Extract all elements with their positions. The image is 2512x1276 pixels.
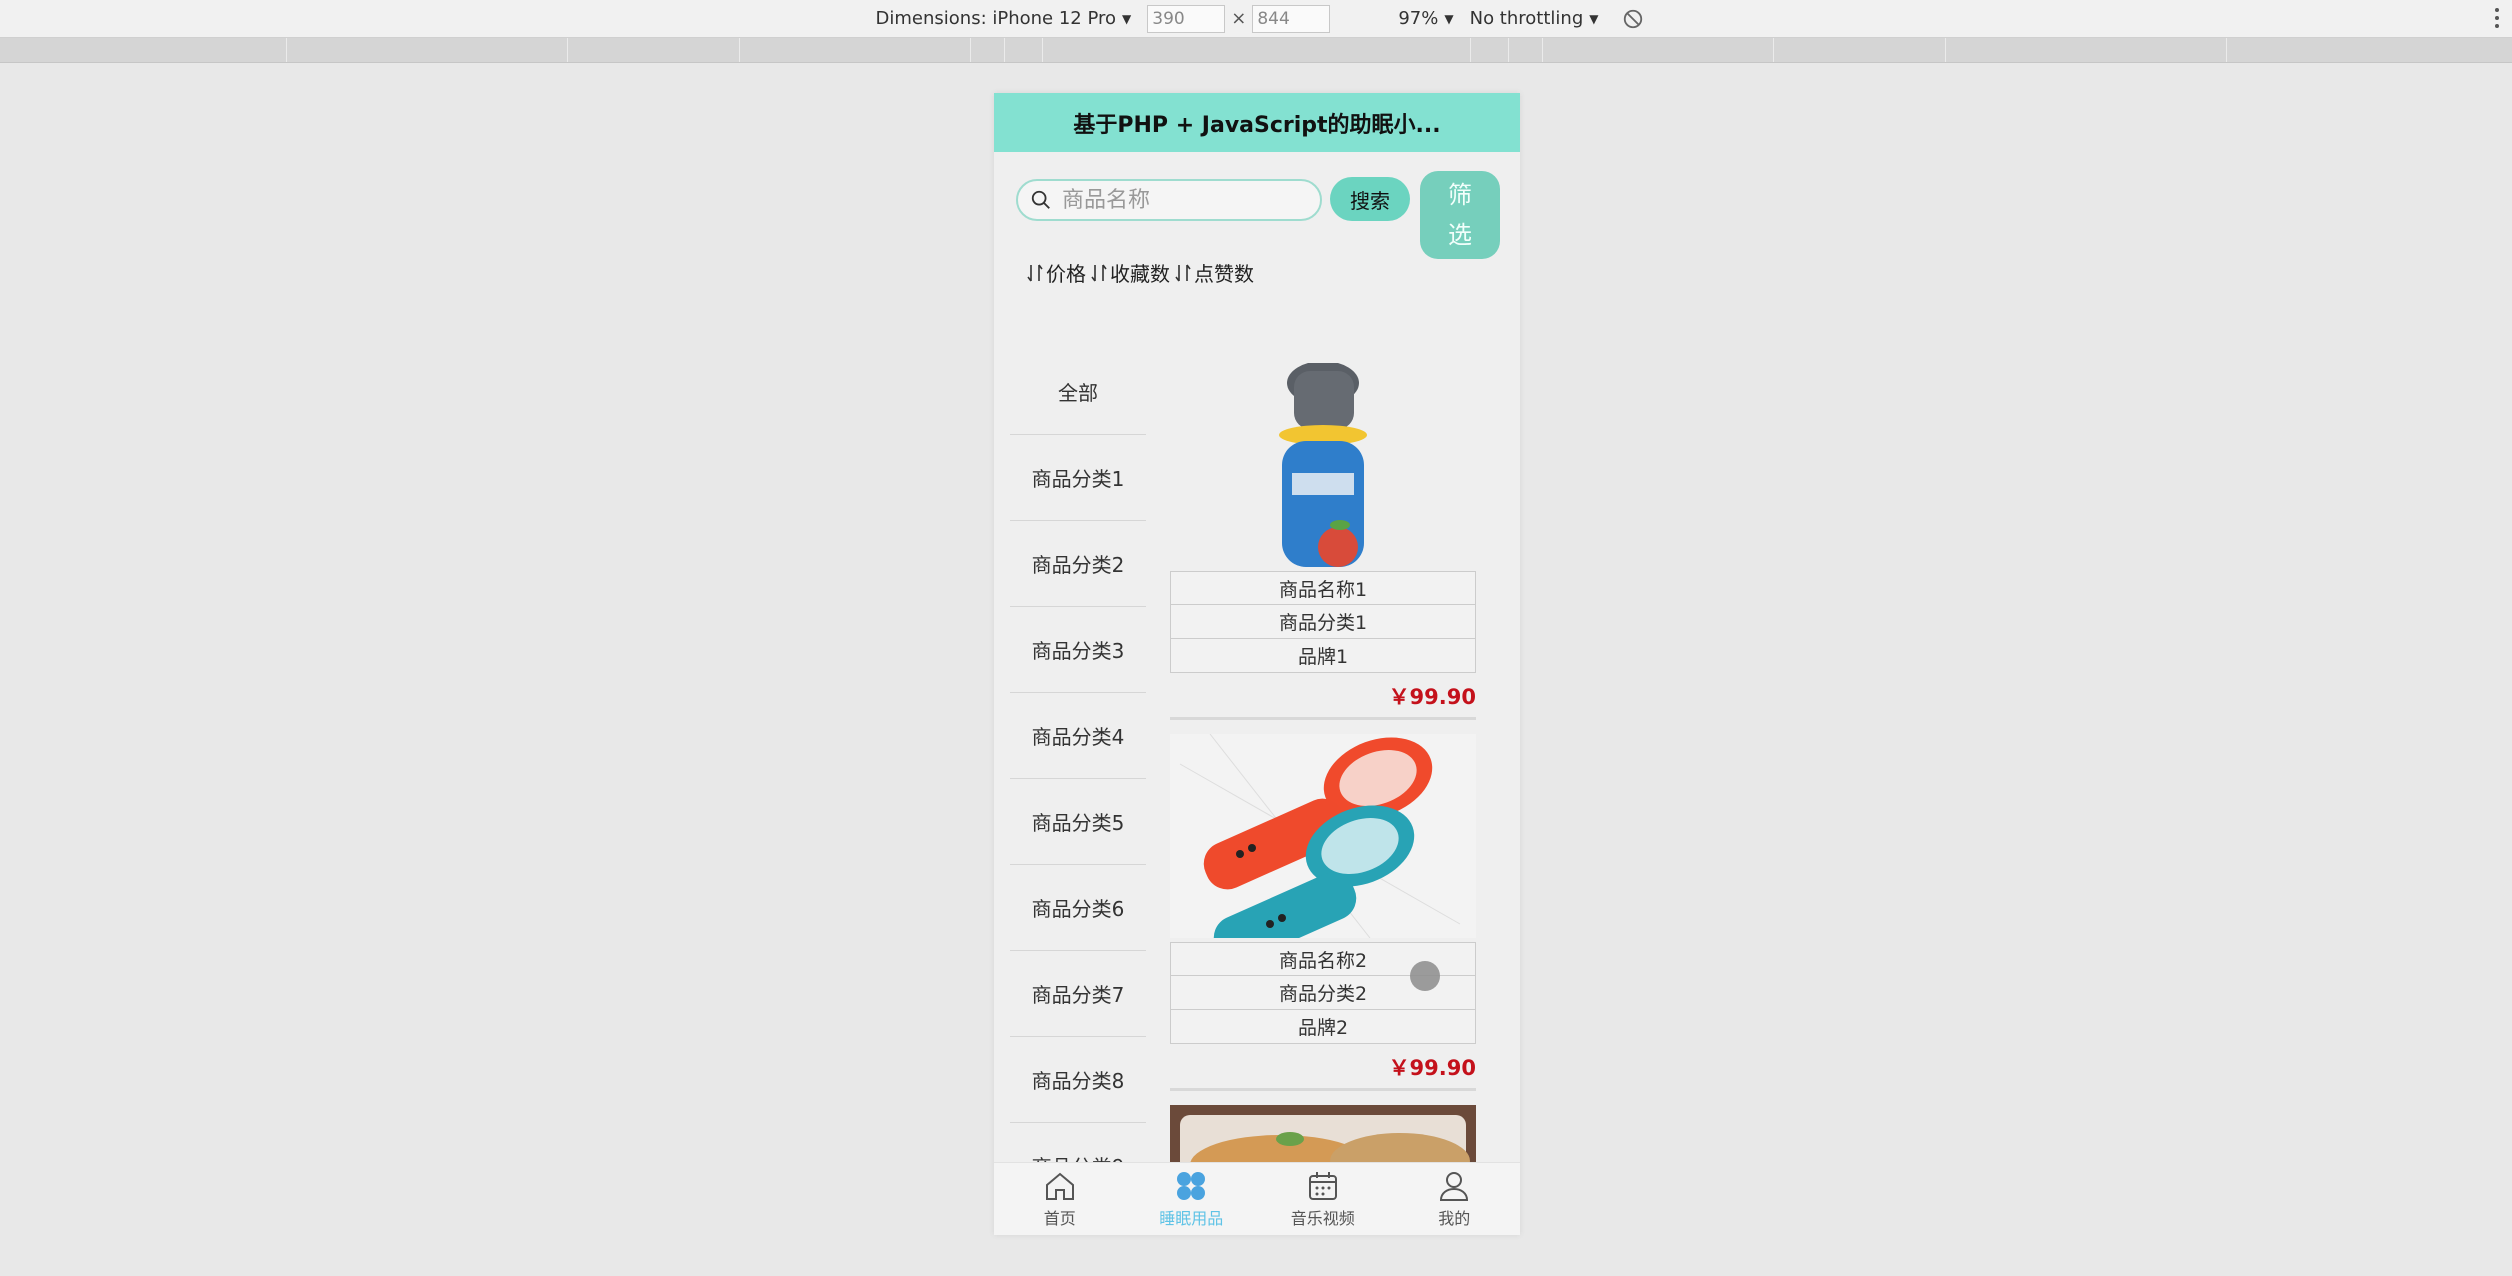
sort-icon xyxy=(1175,264,1191,281)
sort-label: 点赞数 xyxy=(1194,262,1254,286)
rotate-icon[interactable] xyxy=(1622,8,1644,30)
search-button[interactable]: 搜索 xyxy=(1330,177,1410,221)
product-brand: 品牌1 xyxy=(1170,639,1476,673)
search-row: 搜索 筛 选 xyxy=(1016,171,1510,267)
throttle-label: No throttling xyxy=(1469,8,1584,29)
product-image xyxy=(1170,361,1476,567)
category-item[interactable]: 商品分类7 xyxy=(1010,951,1146,1037)
filter-label-2: 选 xyxy=(1448,221,1472,249)
product-brand: 品牌2 xyxy=(1170,1010,1476,1044)
category-item[interactable]: 商品分类8 xyxy=(1010,1037,1146,1123)
sort-label: 价格 xyxy=(1046,262,1086,286)
search-icon xyxy=(1031,190,1050,209)
grid-icon xyxy=(1177,1172,1206,1200)
more-vertical-icon[interactable] xyxy=(2494,6,2500,30)
filter-label-1: 筛 xyxy=(1448,181,1472,209)
device-label: Dimensions: iPhone 12 Pro xyxy=(875,8,1117,29)
tab-sleep-products[interactable]: 睡眠用品 xyxy=(1126,1163,1258,1235)
tab-label: 睡眠用品 xyxy=(1159,1209,1224,1228)
category-item[interactable]: 商品分类6 xyxy=(1010,865,1146,951)
touch-cursor xyxy=(1410,961,1440,991)
tab-music-video[interactable]: 音乐视频 xyxy=(1257,1163,1389,1235)
product-category: 商品分类1 xyxy=(1170,605,1476,639)
category-item-all[interactable]: 全部 xyxy=(1010,349,1146,435)
product-price: ￥99.90 xyxy=(1170,681,1476,720)
product-name: 商品名称1 xyxy=(1170,571,1476,605)
sort-likes[interactable]: 点赞数 xyxy=(1174,258,1254,287)
tab-home[interactable]: 首页 xyxy=(994,1163,1126,1235)
search-input[interactable] xyxy=(1060,186,1304,214)
user-icon xyxy=(1440,1172,1469,1201)
caret-down-icon: ▼ xyxy=(1444,11,1454,26)
product-list: 商品名称1 商品分类1 品牌1 ￥99.90 商品名称2 商品分类2 品牌2 ￥… xyxy=(1170,361,1476,1235)
throttle-select[interactable]: No throttling ▼ xyxy=(1470,8,1599,29)
tab-label: 音乐视频 xyxy=(1290,1209,1355,1228)
search-box[interactable] xyxy=(1016,179,1322,221)
dimension-separator: × xyxy=(1231,8,1247,29)
devtools-toolbar: Dimensions: iPhone 12 Pro ▼ 390 × 844 97… xyxy=(0,0,2512,38)
home-icon xyxy=(1045,1172,1074,1200)
sort-row: 价格 收藏数 点赞数 xyxy=(1026,258,1258,287)
media-query-ruler[interactable] xyxy=(0,38,2512,63)
sort-icon xyxy=(1027,264,1043,281)
product-card[interactable]: 商品名称2 商品分类2 品牌2 ￥99.90 xyxy=(1170,733,1476,1091)
zoom-label: 97% xyxy=(1398,8,1439,29)
category-item[interactable]: 商品分类1 xyxy=(1010,435,1146,521)
sort-label: 收藏数 xyxy=(1110,262,1170,286)
zoom-select[interactable]: 97% ▼ xyxy=(1398,8,1453,29)
page-title: 基于PHP + JavaScript的助眠小... xyxy=(994,93,1520,152)
tab-mine[interactable]: 我的 xyxy=(1389,1163,1521,1235)
filter-button[interactable]: 筛 选 xyxy=(1420,171,1500,259)
category-item[interactable]: 商品分类4 xyxy=(1010,693,1146,779)
tab-label: 我的 xyxy=(1438,1209,1471,1228)
product-card[interactable]: 商品名称1 商品分类1 品牌1 ￥99.90 xyxy=(1170,361,1476,720)
width-input[interactable]: 390 xyxy=(1147,4,1226,33)
sort-price[interactable]: 价格 xyxy=(1026,258,1086,287)
product-price: ￥99.90 xyxy=(1170,1052,1476,1091)
height-input[interactable]: 844 xyxy=(1252,4,1331,33)
bottom-tab-bar: 首页 睡眠用品 音乐视频 我的 xyxy=(994,1162,1520,1235)
caret-down-icon: ▼ xyxy=(1122,11,1132,26)
device-select[interactable]: Dimensions: iPhone 12 Pro ▼ xyxy=(876,8,1132,29)
category-item[interactable]: 商品分类5 xyxy=(1010,779,1146,865)
sort-favorites[interactable]: 收藏数 xyxy=(1090,258,1170,287)
category-list: 全部 商品分类1 商品分类2 商品分类3 商品分类4 商品分类5 商品分类6 商… xyxy=(1010,349,1146,1209)
product-image xyxy=(1170,733,1476,964)
calendar-icon xyxy=(1308,1172,1337,1200)
phone-viewport: 基于PHP + JavaScript的助眠小... 搜索 筛 选 价格 收藏数 … xyxy=(994,93,1520,1235)
caret-down-icon: ▼ xyxy=(1589,11,1599,26)
category-item[interactable]: 商品分类2 xyxy=(1010,521,1146,607)
sort-icon xyxy=(1091,264,1107,281)
category-item[interactable]: 商品分类3 xyxy=(1010,607,1146,693)
tab-label: 首页 xyxy=(1043,1209,1076,1228)
